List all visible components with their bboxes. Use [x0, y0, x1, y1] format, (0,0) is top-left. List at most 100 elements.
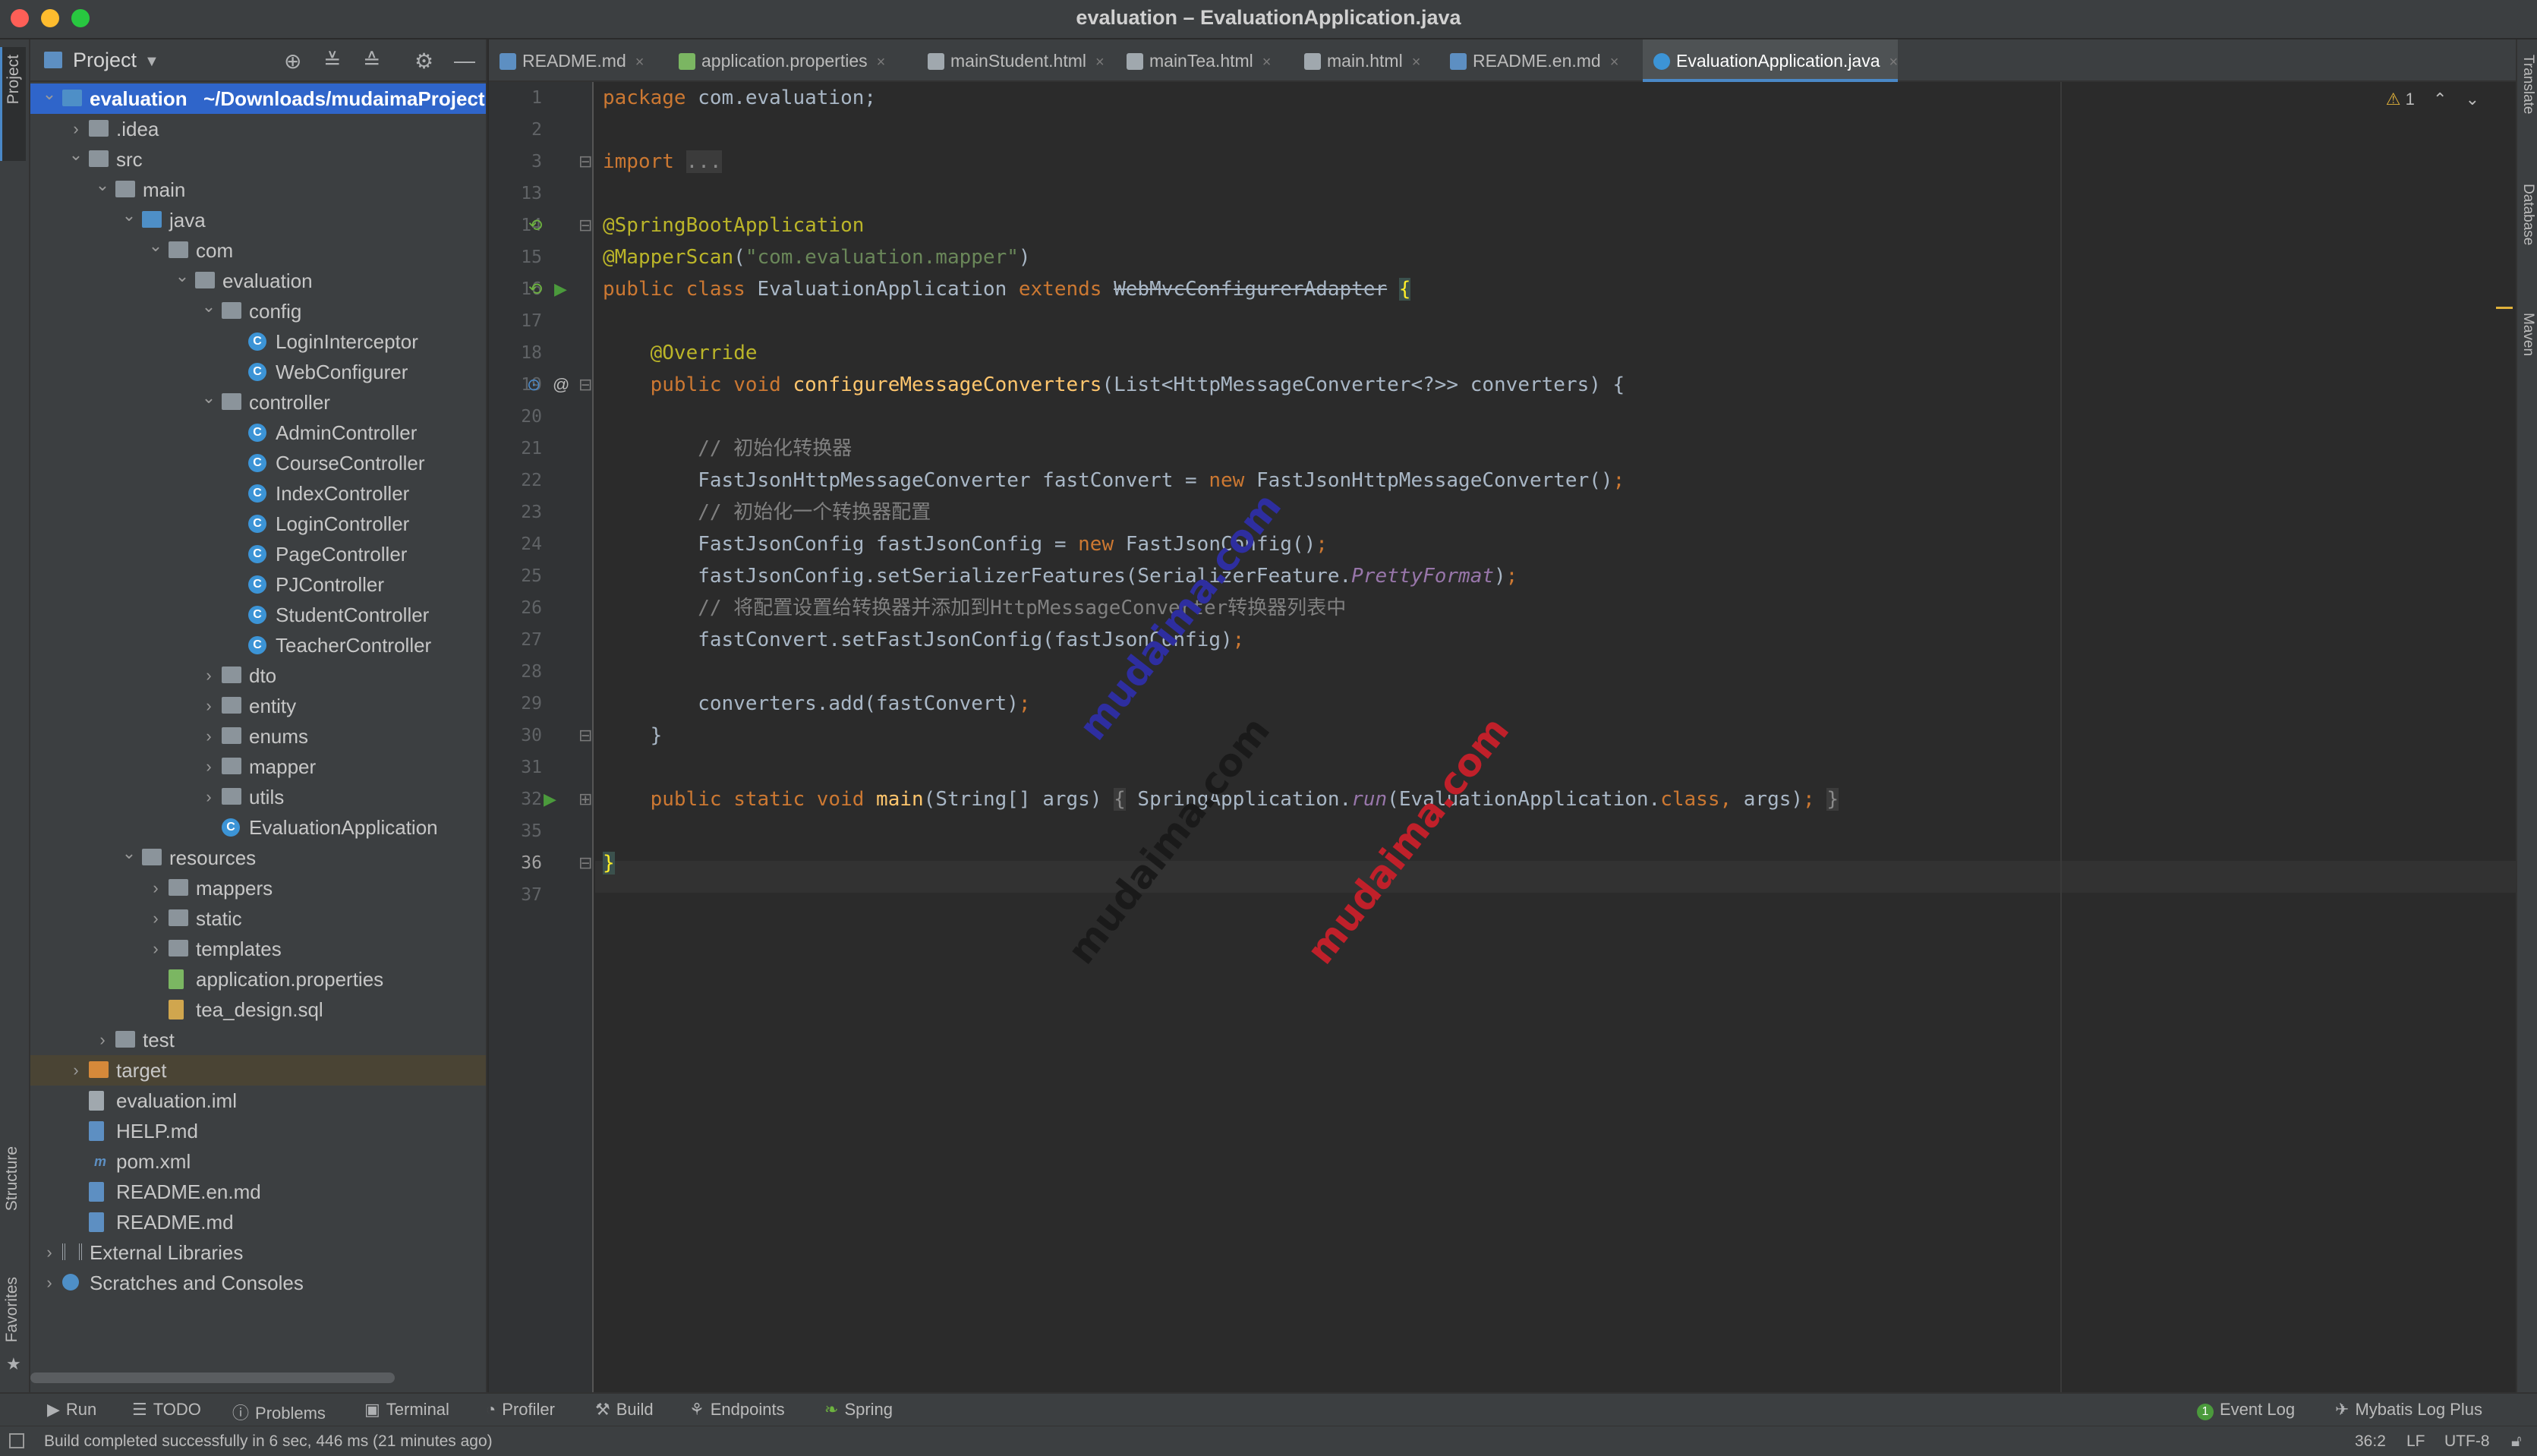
chevron-down-icon[interactable]: ▼ — [144, 53, 159, 71]
expand-all-icon[interactable]: ≚ — [323, 49, 341, 74]
structure-tool-button[interactable]: Structure — [3, 1146, 21, 1211]
editor-tab[interactable]: application.properties × — [668, 39, 885, 82]
profiler-tool-button[interactable]: ◔ Profiler — [486, 1400, 555, 1420]
tree-item[interactable]: C IndexController — [30, 478, 486, 509]
editor-tab[interactable]: README.md × — [489, 39, 644, 82]
spring-tool-button[interactable]: ❧ Spring — [824, 1400, 893, 1420]
tree-item[interactable]: C StudentController — [30, 600, 486, 630]
file-encoding[interactable]: UTF-8 — [2444, 1432, 2490, 1451]
tree-item[interactable]: › mapper — [30, 752, 486, 782]
tree-item[interactable]: README.md — [30, 1207, 486, 1237]
fold-icon[interactable]: ⊟ — [578, 369, 592, 401]
chevron-down-icon[interactable]: ⌄ — [41, 79, 58, 109]
fold-icon[interactable]: ⊞ — [578, 783, 592, 815]
code-editor[interactable]: 1 2 3 13 14 15 16 17 18 19 20 21 22 23 24 25 26 27 28 29 30 3… — [489, 82, 2516, 1392]
chevron-right-icon[interactable]: › — [41, 1268, 58, 1298]
tree-item[interactable]: HELP.md — [30, 1116, 486, 1146]
endpoints-tool-button[interactable]: ⚘ Endpoints — [689, 1400, 785, 1420]
collapse-all-icon[interactable]: ≙ — [363, 49, 380, 74]
tree-item[interactable]: ⌄ controller — [30, 387, 486, 418]
tree-item[interactable]: › mappers — [30, 873, 486, 903]
next-highlight-icon[interactable]: ⌄ — [2466, 90, 2479, 109]
chevron-down-icon[interactable]: ⌄ — [121, 200, 137, 231]
inspection-widget[interactable]: ⚠ 1 ⌃ ⌄ — [2386, 90, 2479, 109]
tree-item[interactable]: C PageController — [30, 539, 486, 569]
project-tool-button[interactable]: Project — [0, 47, 26, 161]
tree-item[interactable]: › test — [30, 1025, 486, 1055]
tree-item[interactable]: C PJController — [30, 569, 486, 600]
run-tool-button[interactable]: ▶ Run — [47, 1400, 96, 1420]
build-tool-button[interactable]: ⚒ Build — [595, 1400, 654, 1420]
previous-highlight-icon[interactable]: ⌃ — [2433, 90, 2447, 109]
tree-item[interactable]: › target — [30, 1055, 486, 1086]
chevron-down-icon[interactable]: ⌄ — [68, 140, 84, 170]
favorites-tool-button[interactable]: Favorites — [3, 1277, 21, 1342]
chevron-right-icon[interactable]: › — [147, 934, 164, 964]
chevron-right-icon[interactable]: › — [200, 660, 217, 691]
horizontal-scrollbar[interactable] — [30, 1372, 395, 1383]
status-message[interactable]: Build completed successfully in 6 sec, 4… — [44, 1432, 493, 1451]
tree-item[interactable]: ⌄ evaluation ~/Downloads/mudaimaProject — [30, 84, 486, 114]
translate-tool-button[interactable]: Translate — [2520, 55, 2536, 115]
tree-item[interactable]: application.properties — [30, 964, 486, 994]
tree-item[interactable]: ⌄ config — [30, 296, 486, 326]
caret-position[interactable]: 36:2 — [2355, 1432, 2386, 1451]
fold-icon[interactable]: ⊟ — [578, 210, 592, 241]
locate-icon[interactable]: ⊕ — [284, 49, 301, 74]
fold-icon[interactable]: ⊟ — [578, 146, 592, 178]
tree-item[interactable]: › .idea — [30, 114, 486, 144]
problems-tool-button[interactable]: ⓘ Problems — [232, 1400, 326, 1424]
chevron-down-icon[interactable]: ⌄ — [121, 838, 137, 868]
chevron-right-icon[interactable]: › — [200, 721, 217, 752]
tree-item[interactable]: C CourseController — [30, 448, 486, 478]
tree-item[interactable]: › enums — [30, 721, 486, 752]
tree-item[interactable]: C LoginInterceptor — [30, 326, 486, 357]
tree-item[interactable]: C AdminController — [30, 418, 486, 448]
tree-item[interactable]: tea_design.sql — [30, 994, 486, 1025]
close-icon[interactable]: × — [877, 54, 886, 71]
tree-item[interactable]: › entity — [30, 691, 486, 721]
chevron-right-icon[interactable]: › — [200, 691, 217, 721]
tree-item[interactable]: ⌄ java — [30, 205, 486, 235]
tree-item[interactable]: C WebConfigurer — [30, 357, 486, 387]
editor-tab[interactable]: mainTea.html × — [1116, 39, 1271, 82]
terminal-tool-button[interactable]: ▣ Terminal — [364, 1400, 449, 1420]
close-icon[interactable]: × — [1610, 54, 1619, 71]
chevron-right-icon[interactable]: › — [94, 1025, 111, 1055]
gear-icon[interactable]: ⚙ — [414, 49, 433, 74]
tree-item[interactable]: › templates — [30, 934, 486, 964]
chevron-down-icon[interactable]: ⌄ — [200, 383, 217, 413]
project-view-selector[interactable]: Project — [73, 49, 137, 72]
tree-item[interactable]: › External Libraries — [30, 1237, 486, 1268]
tree-item[interactable]: › Scratches and Consoles — [30, 1268, 486, 1298]
tree-item[interactable]: C EvaluationApplication — [30, 812, 486, 843]
toggle-tool-windows-icon[interactable] — [9, 1433, 24, 1448]
hide-panel-icon[interactable]: — — [454, 49, 475, 73]
editor-tab[interactable]: EvaluationApplication.java × — [1643, 39, 1899, 82]
editor-tab[interactable]: main.html × — [1294, 39, 1420, 82]
chevron-right-icon[interactable]: › — [200, 782, 217, 812]
spring-bean-icon[interactable]: ⟲ — [528, 273, 542, 305]
close-icon[interactable]: × — [1412, 54, 1421, 71]
database-tool-button[interactable]: Database — [2520, 184, 2536, 245]
tree-item[interactable]: ⌄ main — [30, 175, 486, 205]
tree-item[interactable]: › utils — [30, 782, 486, 812]
tree-item[interactable]: › dto — [30, 660, 486, 691]
tree-item[interactable]: README.en.md — [30, 1177, 486, 1207]
close-icon[interactable]: × — [1262, 54, 1272, 71]
lock-icon[interactable]: 🔓︎ — [2511, 1432, 2522, 1451]
spring-bean-icon[interactable]: ⟲ — [528, 210, 542, 241]
chevron-down-icon[interactable]: ⌄ — [147, 231, 164, 261]
todo-tool-button[interactable]: ☰ TODO — [132, 1400, 201, 1420]
chevron-right-icon[interactable]: › — [147, 903, 164, 934]
fold-icon[interactable]: ⊟ — [578, 847, 592, 879]
fold-icon[interactable]: ⊟ — [578, 720, 592, 752]
tree-item[interactable]: ⌄ evaluation — [30, 266, 486, 296]
chevron-down-icon[interactable]: ⌄ — [200, 292, 217, 322]
close-icon[interactable]: × — [1095, 54, 1105, 71]
tree-item[interactable]: C TeacherController — [30, 630, 486, 660]
close-icon[interactable]: × — [635, 54, 644, 71]
warning-stripe-mark[interactable] — [2496, 307, 2513, 309]
event-log-tool-button[interactable]: 1 Event Log — [2197, 1400, 2295, 1420]
chevron-down-icon[interactable]: ⌄ — [94, 170, 111, 200]
